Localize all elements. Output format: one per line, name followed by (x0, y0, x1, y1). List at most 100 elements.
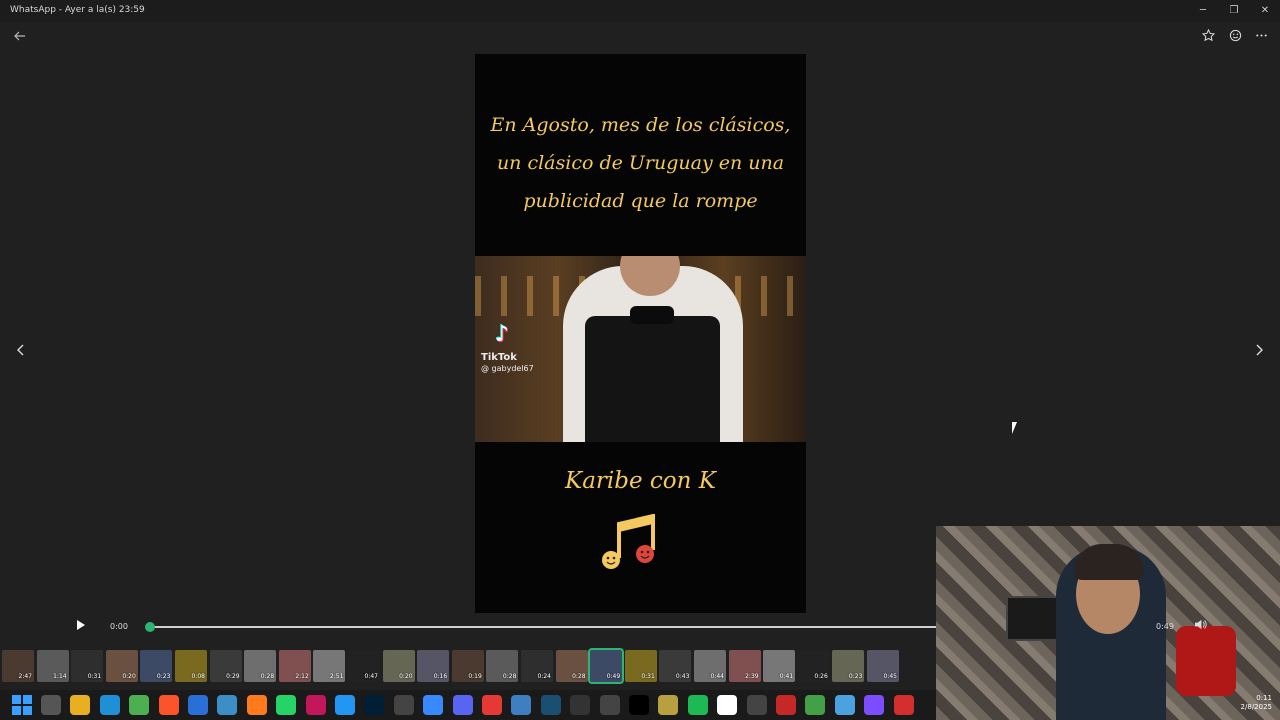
media-thumbnail[interactable]: 0:45 (867, 650, 899, 682)
back-button[interactable] (12, 30, 28, 46)
media-thumbnail[interactable]: 0:19 (451, 650, 484, 682)
thumbnail-duration: 0:19 (468, 673, 482, 680)
media-thumbnail[interactable]: 0:23 (140, 650, 173, 682)
edge-icon[interactable] (99, 695, 120, 715)
chrome-icon[interactable] (129, 695, 150, 715)
thumbnail-duration: 0:20 (122, 673, 136, 680)
app-icon[interactable] (482, 695, 502, 715)
thumbnail-duration: 0:43 (675, 673, 690, 680)
app-icon[interactable] (393, 695, 414, 715)
media-thumbnail-strip: 2:47 1:14 0:31 0:20 0:23 0:08 0:29 0:28 2:12 2:51… (0, 648, 936, 684)
app-icon[interactable] (423, 695, 444, 715)
video-frame[interactable]: En Agosto, mes de los clásicos, un clási… (475, 54, 806, 613)
media-thumbnail[interactable]: 0:16 (417, 650, 450, 682)
media-thumbnail[interactable]: 1:14 (36, 650, 69, 682)
tiktok-icon[interactable] (629, 695, 649, 715)
thumbnail-duration: 0:49 (606, 673, 621, 680)
restore-button[interactable]: ❐ (1219, 2, 1249, 20)
thumbnail-duration: 0:24 (537, 673, 551, 680)
media-thumbnail[interactable]: 0:28 (244, 650, 277, 682)
mouse-cursor (1012, 422, 1017, 434)
volume-button[interactable] (1192, 619, 1208, 633)
thumbnail-duration: 0:26 (814, 673, 828, 680)
star-button[interactable] (1199, 28, 1217, 47)
media-thumbnail[interactable]: 0:31 (624, 650, 657, 682)
app-icon[interactable] (511, 695, 532, 715)
previous-media-button[interactable] (12, 342, 30, 362)
app-icon[interactable] (305, 695, 326, 715)
thumbnail-duration: 0:31 (87, 673, 102, 680)
app-icon[interactable] (805, 695, 826, 715)
media-thumbnail[interactable]: 0:20 (105, 650, 138, 682)
tiktok-watermark-brand: TikTok (481, 352, 517, 363)
app-icon[interactable] (658, 695, 679, 715)
app-icon[interactable] (540, 695, 561, 715)
windows-logo-icon (23, 695, 32, 704)
photoshop-icon[interactable] (364, 695, 385, 715)
brave-icon[interactable] (158, 695, 179, 715)
more-horizontal-icon (1255, 34, 1267, 37)
app-icon[interactable] (599, 695, 620, 715)
media-thumbnail[interactable]: 2:47 (2, 650, 34, 682)
thumbnail-duration: 0:23 (848, 673, 863, 680)
close-button[interactable]: ✕ (1250, 2, 1280, 20)
media-thumbnail[interactable]: 0:24 (521, 650, 553, 682)
app-icon[interactable] (893, 695, 914, 715)
app-icon[interactable] (570, 695, 591, 715)
thumbnail-duration: 0:47 (364, 673, 378, 680)
file-explorer-icon[interactable] (70, 695, 91, 715)
media-thumbnail[interactable]: 0:47 (348, 650, 380, 682)
windows-logo-icon (12, 695, 21, 704)
play-button[interactable] (72, 618, 90, 636)
browser-icon[interactable] (188, 695, 208, 715)
seek-bar[interactable] (150, 626, 936, 628)
app-icon[interactable] (335, 695, 355, 715)
media-thumbnail[interactable]: 0:28 (486, 650, 519, 682)
media-thumbnail[interactable]: 0:28 (555, 650, 588, 682)
thumbnail-duration: 0:41 (779, 673, 794, 680)
caption-line: publicidad que la rompe (523, 190, 758, 212)
next-media-button[interactable] (1250, 342, 1268, 362)
media-thumbnail[interactable]: 2:51 (313, 650, 346, 682)
seek-handle[interactable] (145, 622, 155, 632)
more-options-button[interactable] (1252, 29, 1270, 47)
firefox-icon[interactable] (246, 695, 267, 715)
search-icon[interactable] (41, 695, 61, 715)
media-thumbnail[interactable]: 2:12 (278, 650, 311, 682)
media-thumbnail[interactable]: 0:20 (382, 650, 415, 682)
arrow-left-icon (14, 31, 25, 41)
media-thumbnail[interactable]: 0:43 (659, 650, 692, 682)
app-icon[interactable] (864, 695, 885, 715)
thumbnail-duration: 0:20 (399, 673, 413, 680)
media-thumbnail[interactable]: 0:44 (694, 650, 726, 682)
chevron-right-icon (1256, 344, 1263, 356)
thumbnail-duration: 0:31 (641, 673, 655, 680)
window-title: WhatsApp - Ayer a la(s) 23:59 (10, 5, 145, 15)
thumbnail-duration: 2:12 (295, 673, 309, 680)
media-thumbnail[interactable]: 0:08 (175, 650, 207, 682)
app-icon[interactable] (717, 695, 738, 715)
media-thumbnail[interactable]: 0:23 (832, 650, 865, 682)
app-icon[interactable] (776, 695, 796, 715)
whatsapp-icon[interactable] (276, 695, 297, 715)
thumbnail-duration: 2:47 (18, 673, 32, 680)
app-icon[interactable] (746, 695, 767, 715)
react-button[interactable] (1226, 29, 1244, 47)
media-thumbnail[interactable]: 0:26 (797, 650, 830, 682)
app-icon[interactable] (834, 695, 855, 715)
caption-line: En Agosto, mes de los clásicos, (490, 114, 791, 136)
start-button[interactable] (12, 695, 32, 715)
media-thumbnail[interactable]: 0:49 (588, 648, 625, 684)
thumbnail-duration: 2:51 (329, 673, 344, 680)
spotify-icon[interactable] (687, 695, 708, 715)
media-thumbnail[interactable]: 0:31 (71, 650, 104, 682)
smiley-icon (1229, 29, 1241, 42)
chrome-alt-icon[interactable] (217, 695, 238, 715)
whatsapp-media-viewer: WhatsApp - Ayer a la(s) 23:59 ─ ❐ ✕ En A… (0, 0, 1280, 720)
thumbnail-duration: 0:28 (572, 673, 586, 680)
media-thumbnail[interactable]: 0:41 (763, 650, 796, 682)
minimize-button[interactable]: ─ (1188, 2, 1218, 20)
media-thumbnail[interactable]: 2:39 (728, 650, 761, 682)
media-thumbnail[interactable]: 0:29 (209, 650, 242, 682)
discord-icon[interactable] (452, 695, 473, 715)
